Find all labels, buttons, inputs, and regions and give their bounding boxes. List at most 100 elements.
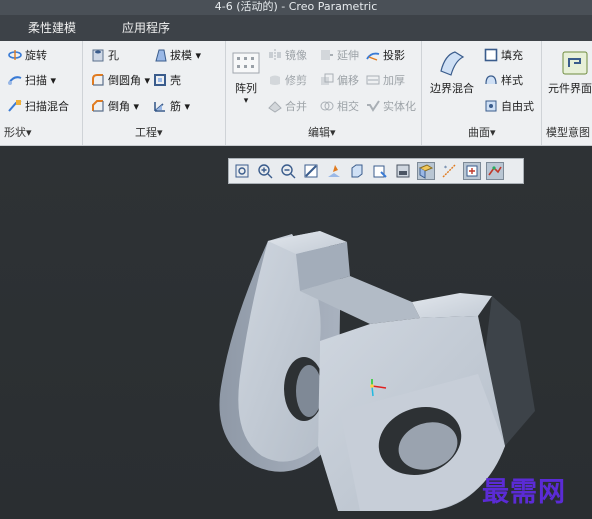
hole-icon [91,48,105,62]
model-intent-group: 元件界面 模型意图 [542,41,592,145]
freestyle-label: 自由式 [501,100,534,113]
component-interface-label: 元件界面 [548,82,592,95]
tab-applications[interactable]: 应用程序 [122,15,170,41]
draft-icon [153,48,167,62]
extend-button[interactable]: 延伸 [320,46,359,66]
round-button[interactable]: 倒圆角 ▾ [91,71,150,91]
watermark-logo: 最需网 [482,477,566,508]
zoom-out-button[interactable] [280,163,296,179]
zoom-in-icon [257,163,273,179]
boundary-blend-button[interactable]: 边界混合 [428,49,476,96]
shape-group-label[interactable]: 形状▾ [4,125,32,141]
pattern-dropdown-arrow[interactable]: ▾ [230,96,262,106]
surface-group: 边界混合 填充 样式 自由式 曲面▾ [422,41,542,145]
fill-label: 填充 [501,49,523,62]
offset-icon [320,73,334,87]
boundary-blend-label: 边界混合 [430,82,474,95]
draft-button[interactable]: 拔模 ▾ [153,46,201,66]
repaint-button[interactable] [303,163,319,179]
freestyle-icon [484,99,498,113]
datum-display-icon [418,163,434,179]
zoom-in-button[interactable] [257,163,273,179]
svg-text:*: * [444,165,447,172]
swept-blend-label: 扫描混合 [25,100,69,113]
thicken-label: 加厚 [383,74,405,87]
style-button[interactable]: 样式 [484,71,523,91]
extend-label: 延伸 [337,49,359,62]
pattern-button[interactable]: 阵列 ▾ [230,49,262,106]
annotation-display-icon: * [441,163,457,179]
merge-label: 合并 [285,100,307,113]
revolve-label: 旋转 [25,49,47,62]
mirror-icon [268,48,282,62]
revolve-button[interactable]: 旋转 [8,46,47,66]
zoom-out-icon [280,163,296,179]
surface-group-label[interactable]: 曲面▾ [468,125,496,141]
draft-label: 拔模 ▾ [170,49,202,62]
trim-label: 修剪 [285,74,307,87]
refit-icon [234,163,250,179]
round-label: 倒圆角 ▾ [108,74,151,87]
round-icon [91,73,105,87]
trim-icon [268,73,282,87]
intersect-label: 相交 [337,100,359,113]
mirror-button[interactable]: 镜像 [268,46,307,66]
project-icon [366,48,380,62]
solidify-button[interactable]: 实体化 [366,97,416,117]
saved-orientations-icon [372,163,388,179]
freestyle-button[interactable]: 自由式 [484,97,534,117]
solidify-label: 实体化 [383,100,416,113]
edit-group-label[interactable]: 编辑▾ [308,125,336,141]
edit-group: 阵列 ▾ 镜像 修剪 合并 延伸 偏移 相交 投影 加厚 实体化 编辑▾ [226,41,422,145]
revolve-icon [8,48,22,62]
tab-flexible-modeling[interactable]: 柔性建模 [28,15,76,41]
display-style-button[interactable] [349,163,365,179]
chamfer-button[interactable]: 倒角 ▾ [91,97,139,117]
hole-button[interactable]: 孔 [91,46,119,66]
project-button[interactable]: 投影 [366,46,405,66]
style-label: 样式 [501,74,523,87]
merge-button[interactable]: 合并 [268,97,307,117]
view-manager-button[interactable] [395,163,411,179]
graphics-toolbar: * [228,158,524,184]
intersect-button[interactable]: 相交 [320,97,359,117]
component-interface-button[interactable]: 元件界面 [548,49,592,96]
part-flange-hole-inner [296,365,322,417]
saved-orientations-button[interactable] [372,163,388,179]
rib-icon [153,99,167,113]
thicken-button[interactable]: 加厚 [366,71,405,91]
shell-button[interactable]: 壳 [153,71,181,91]
part-right-boss-top [412,293,492,318]
component-interface-icon [560,49,590,77]
engineering-group-label[interactable]: 工程▾ [135,125,163,141]
perspective-button[interactable] [326,163,342,179]
sweep-button[interactable]: 扫描 ▾ [8,71,56,91]
ribbon: 旋转 扫描 ▾ 扫描混合 形状▾ 孔 倒圆角 ▾ 倒角 ▾ 拔模 ▾ 壳 筋 ▾… [0,41,592,146]
swept-blend-button[interactable]: 扫描混合 [8,97,69,117]
chamfer-icon [91,99,105,113]
view-manager-icon [395,163,411,179]
ribbon-tab-bar: 柔性建模 应用程序 [0,15,592,41]
project-label: 投影 [383,49,405,62]
refit-button[interactable] [234,163,250,179]
annotation-display-button[interactable]: * [441,163,457,179]
pattern-icon [231,49,261,77]
intersect-icon [320,99,334,113]
appearance-button[interactable] [486,162,504,180]
appearance-icon [487,163,503,179]
offset-button[interactable]: 偏移 [320,71,359,91]
3d-model-part[interactable] [0,146,592,519]
pattern-label: 阵列 [235,82,257,95]
display-style-icon [349,163,365,179]
chamfer-label: 倒角 ▾ [108,100,140,113]
rib-label: 筋 ▾ [170,100,191,113]
offset-label: 偏移 [337,74,359,87]
spin-center-button[interactable] [463,162,481,180]
rib-button[interactable]: 筋 ▾ [153,97,190,117]
fill-button[interactable]: 填充 [484,46,523,66]
datum-display-button[interactable] [417,162,435,180]
engineering-group: 孔 倒圆角 ▾ 倒角 ▾ 拔模 ▾ 壳 筋 ▾ 工程▾ [83,41,226,145]
trim-button[interactable]: 修剪 [268,71,307,91]
extend-icon [320,48,334,62]
model-intent-group-label[interactable]: 模型意图 [546,125,590,141]
